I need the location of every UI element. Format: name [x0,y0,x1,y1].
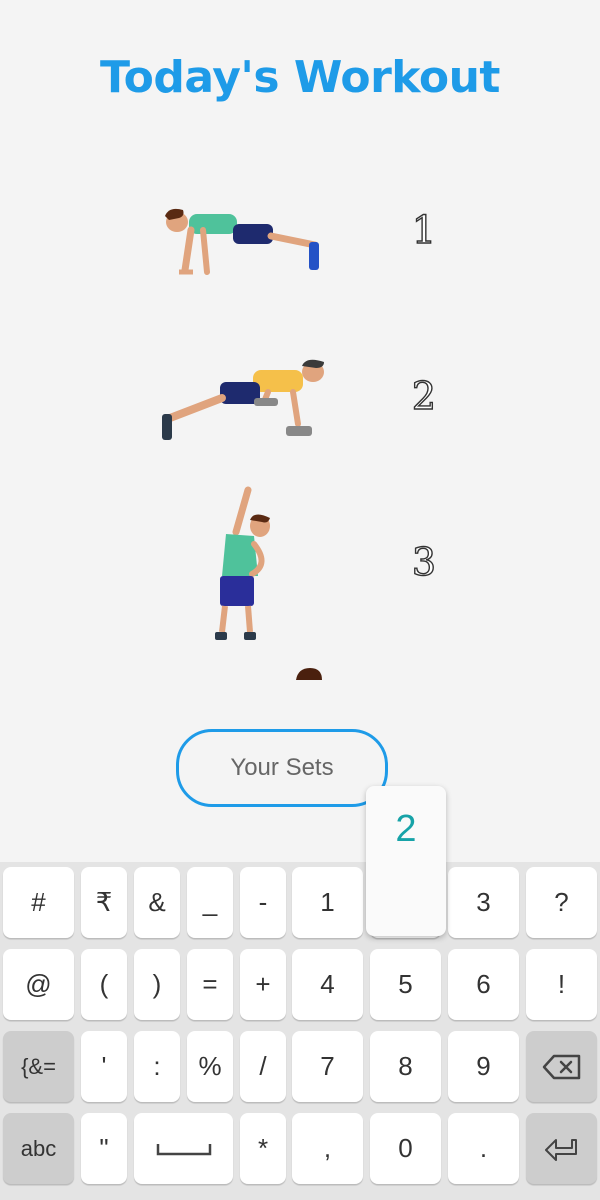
key-preview-text: 2 [395,808,417,850]
key-5[interactable]: 5 [370,949,441,1020]
key-at[interactable]: @ [3,949,74,1020]
page-title: Today's Workout [100,52,500,103]
key-quote[interactable]: " [81,1113,127,1184]
side-stretch-figure [215,486,270,640]
key-1[interactable]: 1 [292,867,363,938]
exercise-number-1: 1 [411,207,437,252]
key-question[interactable]: ? [526,867,597,938]
exercise-number-2: 2 [411,373,437,418]
backspace-key[interactable] [526,1031,597,1102]
key-plus[interactable]: + [240,949,286,1020]
key-equals[interactable]: = [187,949,233,1020]
key-hash[interactable]: # [3,867,74,938]
space-icon [156,1143,211,1155]
key-0[interactable]: 0 [370,1113,441,1184]
key-comma[interactable]: , [292,1113,363,1184]
enter-icon [544,1138,577,1161]
key-slash[interactable]: / [240,1031,286,1102]
key-period[interactable]: . [448,1113,519,1184]
key-abc[interactable]: abc [3,1113,74,1184]
key-rupee[interactable]: ₹ [81,867,127,938]
key-paren-open[interactable]: ( [81,949,127,1020]
key-ampersand[interactable]: & [134,867,180,938]
key-4[interactable]: 4 [292,949,363,1020]
key-exclamation[interactable]: ! [526,949,597,1020]
key-underscore[interactable]: _ [187,867,233,938]
key-preview-popup: 2 [366,786,446,936]
key-9[interactable]: 9 [448,1031,519,1102]
key-6[interactable]: 6 [448,949,519,1020]
key-percent[interactable]: % [187,1031,233,1102]
enter-key[interactable] [526,1113,597,1184]
key-hyphen[interactable]: - [240,867,286,938]
key-3[interactable]: 3 [448,867,519,938]
key-asterisk[interactable]: * [240,1113,286,1184]
dumbbell-row-figure [162,359,324,440]
key-colon[interactable]: : [134,1031,180,1102]
backspace-icon [542,1054,580,1079]
next-exercise-figure [296,668,322,680]
space-key[interactable] [134,1113,233,1184]
exercise-number-3: 3 [411,539,437,584]
push-up-figure [165,208,319,275]
key-apostrophe[interactable]: ' [81,1031,127,1102]
key-8[interactable]: 8 [370,1031,441,1102]
numeric-symbol-keyboard: # ₹ & _ - 1 2 3 ? @ ( ) = + 4 5 6 ! {&= … [0,862,600,1200]
your-sets-button[interactable]: Your Sets [176,729,388,807]
key-symbols-toggle[interactable]: {&= [3,1031,74,1102]
key-7[interactable]: 7 [292,1031,363,1102]
key-paren-close[interactable]: ) [134,949,180,1020]
